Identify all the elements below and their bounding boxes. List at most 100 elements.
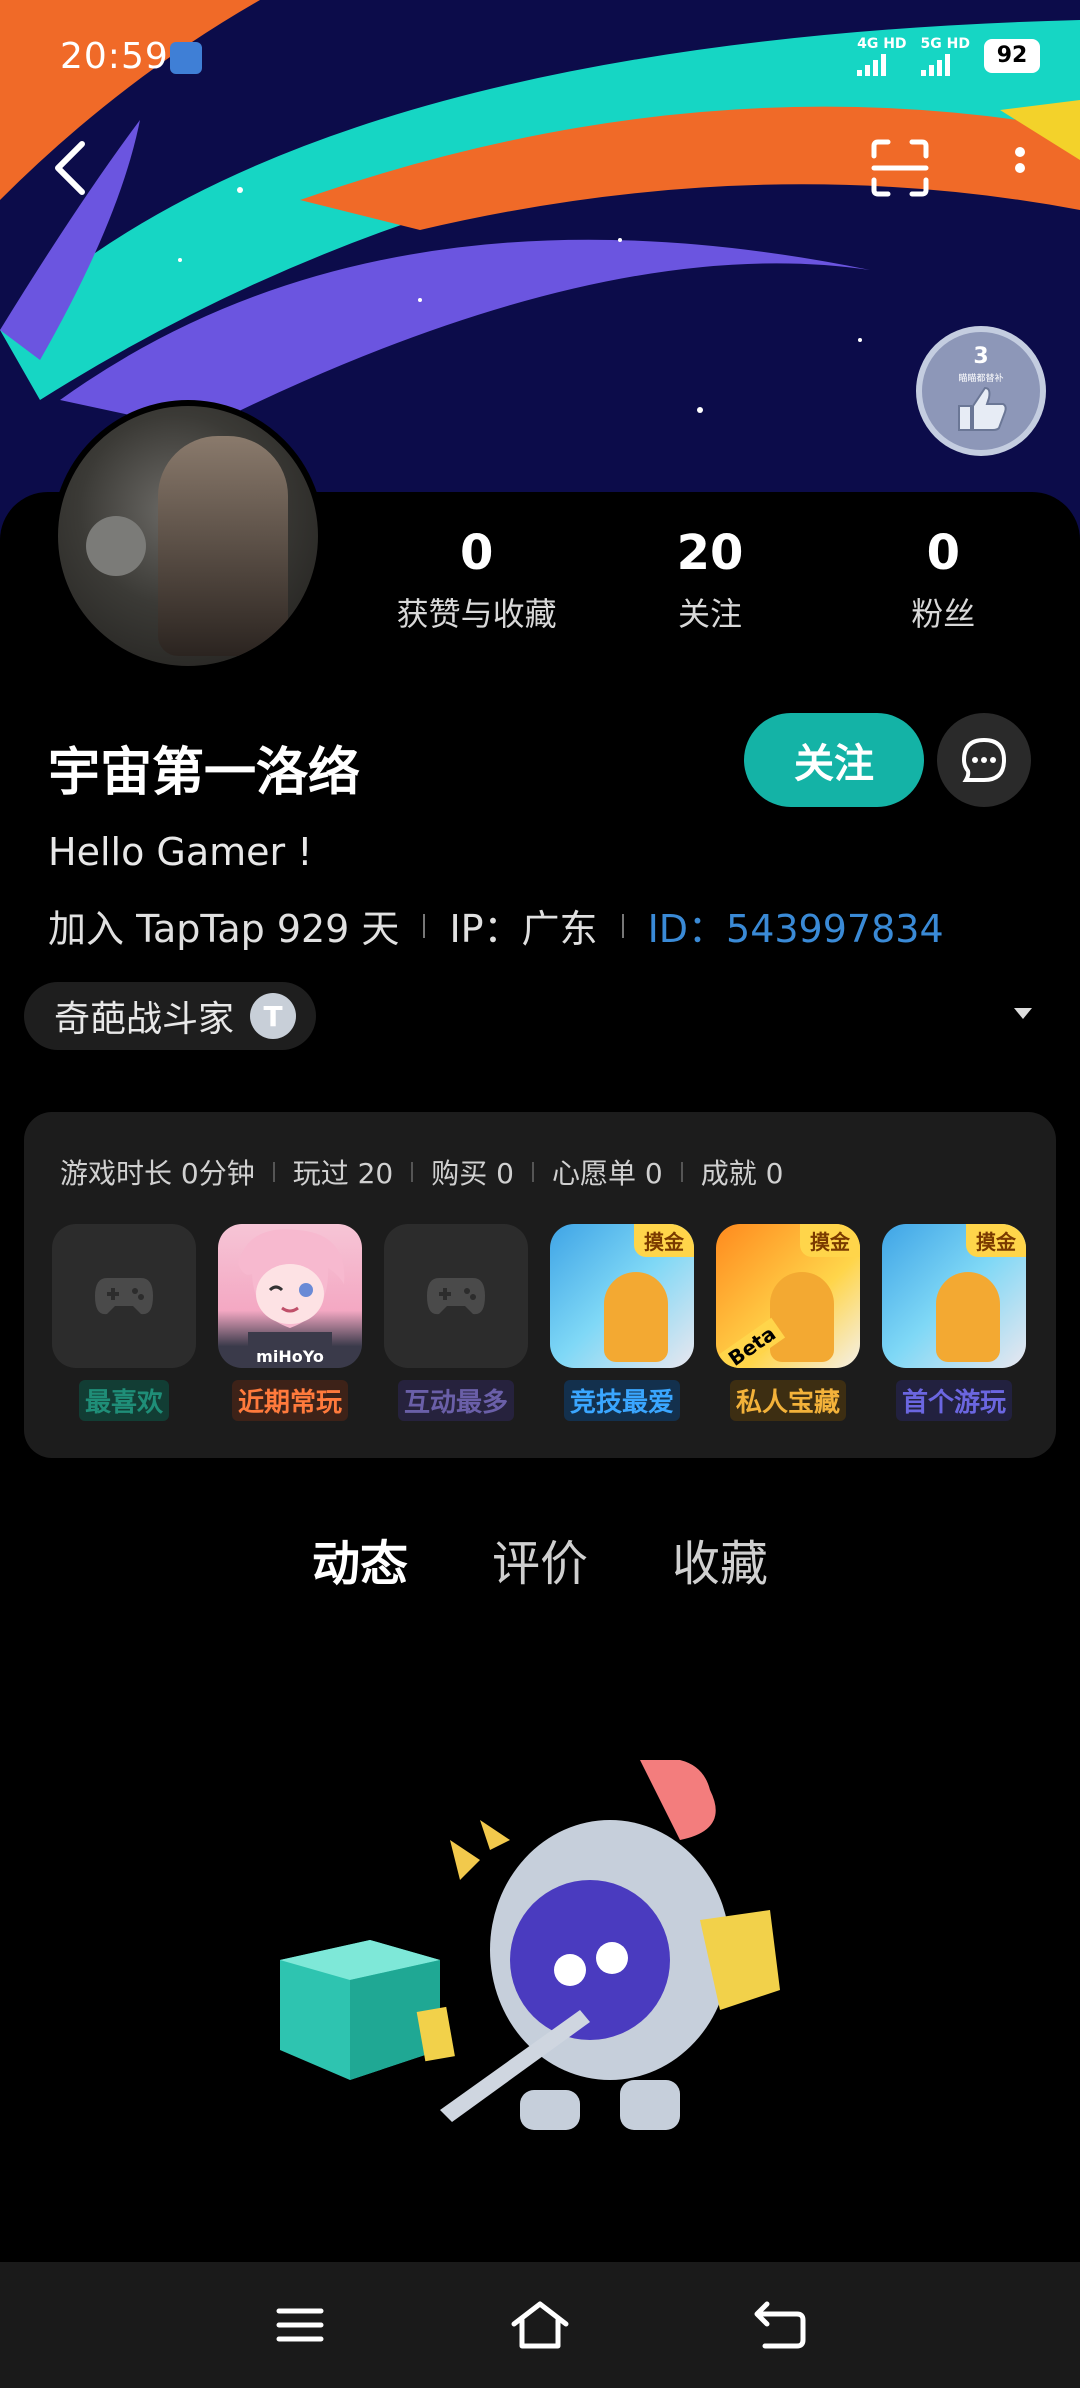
game-stats-row: 游戏时长 0分钟 玩过 20 购买 0 心愿单 0 成就 0 — [60, 1152, 783, 1192]
gamepad-icon — [427, 1278, 485, 1315]
ip-location: IP：广东 — [449, 907, 598, 951]
home-button[interactable] — [495, 2280, 585, 2370]
duel-game-icon: 摸金 — [882, 1224, 1026, 1368]
game-label: 私人宝藏 — [729, 1380, 846, 1421]
content-tabs: 动态 评价 收藏 — [0, 1524, 1080, 1594]
game-character — [936, 1272, 1000, 1362]
expand-arrow-icon[interactable] — [1014, 1008, 1032, 1019]
signal-1: 4G HD — [857, 36, 907, 76]
game-character — [770, 1272, 834, 1362]
network-type-2: 5G HD — [920, 36, 970, 52]
system-back-button[interactable] — [735, 2280, 825, 2370]
status-bar: 20:59 4G HD 5G HD 92 — [0, 0, 1080, 110]
scan-button[interactable] — [860, 128, 940, 208]
network-type-1: 4G HD — [857, 36, 907, 52]
divider — [680, 1162, 683, 1182]
stat-label: 粉丝 — [911, 595, 976, 633]
profile-info-row: 加入 TapTap 929 天 IP：广东 ID：543997834 — [48, 898, 944, 953]
return-icon — [754, 2301, 806, 2349]
message-button[interactable] — [937, 713, 1031, 807]
achievement-badge[interactable]: 3 瞄瞄都替补 — [916, 326, 1046, 456]
notification-app-icon — [170, 42, 202, 74]
stat-value: 0 — [459, 525, 494, 581]
game-corner-tag: 摸金 — [634, 1224, 694, 1257]
thumbs-up-icon — [958, 386, 1007, 431]
tab-favorites[interactable]: 收藏 — [672, 1524, 768, 1594]
game-corner-tag: 摸金 — [966, 1224, 1026, 1257]
badge-level: 3 — [973, 344, 989, 369]
game-first-played[interactable]: 摸金 首个游玩 — [882, 1224, 1026, 1421]
stat-likes[interactable]: 0 获赞与收藏 — [367, 525, 587, 635]
chevron-left-icon — [55, 141, 85, 195]
achievements-count: 成就 0 — [700, 1157, 784, 1190]
game-brand: miHoYo — [256, 1347, 324, 1366]
game-favorite[interactable]: 最喜欢 — [52, 1224, 196, 1421]
title-tag[interactable]: 奇葩战斗家 T — [24, 982, 317, 1050]
taptap-badge-icon: T — [250, 993, 297, 1039]
divider — [531, 1162, 534, 1182]
anime-game-icon: miHoYo — [218, 1224, 362, 1368]
stat-label: 获赞与收藏 — [396, 595, 557, 633]
game-competitive-favorite[interactable]: 摸金 竞技最爱 — [550, 1224, 694, 1421]
duel-game-icon: 摸金 — [550, 1224, 694, 1368]
stat-followers[interactable]: 0 粉丝 — [833, 525, 1053, 635]
battery-level: 92 — [984, 39, 1040, 73]
more-options-button[interactable] — [980, 128, 1060, 208]
wishlist-count: 心愿单 0 — [551, 1157, 663, 1190]
gamepad-icon — [384, 1224, 528, 1368]
scan-icon — [871, 139, 929, 197]
game-label: 近期常玩 — [231, 1380, 348, 1421]
badge-caption: 瞄瞄都替补 — [958, 374, 1004, 384]
stat-following[interactable]: 20 关注 — [600, 525, 820, 635]
back-button[interactable] — [30, 128, 110, 208]
stat-value: 0 — [926, 525, 961, 581]
tab-reviews[interactable]: 评价 — [492, 1524, 588, 1594]
divider — [411, 1162, 414, 1182]
user-id[interactable]: ID：543997834 — [648, 898, 944, 953]
avatar[interactable] — [52, 400, 324, 672]
game-corner-tag: 摸金 — [800, 1224, 860, 1257]
purchased-count: 购买 0 — [431, 1157, 514, 1190]
divider — [423, 913, 426, 938]
empty-state-knight-illustration — [280, 1760, 780, 2130]
play-time: 游戏时长 0分钟 — [60, 1157, 255, 1190]
status-indicators: 4G HD 5G HD 92 — [857, 36, 1040, 76]
game-label: 最喜欢 — [78, 1380, 169, 1421]
game-summary-card[interactable]: 游戏时长 0分钟 玩过 20 购买 0 心愿单 0 成就 0 最喜欢 miHoY… — [24, 1112, 1056, 1458]
gamepad-icon — [95, 1278, 153, 1315]
status-time: 20:59 — [60, 36, 169, 77]
avatar-detail — [86, 516, 146, 576]
duel-game-icon: 摸金 Beta — [716, 1224, 860, 1368]
signal-bars-icon — [857, 52, 906, 76]
game-label: 互动最多 — [397, 1380, 514, 1421]
username: 宇宙第一洛络 — [48, 743, 361, 803]
bio: Hello Gamer ! — [48, 830, 313, 874]
join-duration: 加入 TapTap 929 天 — [48, 907, 400, 951]
game-recent[interactable]: miHoYo 近期常玩 — [218, 1224, 362, 1421]
game-most-interactions[interactable]: 互动最多 — [384, 1224, 528, 1421]
avatar-figure — [158, 436, 288, 656]
signal-2: 5G HD — [920, 36, 970, 76]
game-private-treasure[interactable]: 摸金 Beta 私人宝藏 — [716, 1224, 860, 1421]
game-label: 首个游玩 — [895, 1380, 1012, 1421]
stat-value: 20 — [676, 525, 744, 581]
home-icon — [511, 2301, 569, 2349]
menu-icon — [276, 2308, 324, 2342]
game-label: 竞技最爱 — [563, 1380, 680, 1421]
signal-bars-icon — [920, 52, 970, 76]
played-count: 玩过 20 — [292, 1157, 394, 1190]
gamepad-icon — [52, 1224, 196, 1368]
game-character — [604, 1272, 668, 1362]
follow-button[interactable]: 关注 — [744, 713, 924, 807]
tag-label: 奇葩战斗家 — [54, 999, 235, 1040]
beta-tag: Beta — [718, 1317, 785, 1368]
chat-bubble-icon — [961, 737, 1007, 782]
stat-label: 关注 — [677, 595, 742, 633]
tab-moments[interactable]: 动态 — [311, 1524, 408, 1594]
system-navigation-bar — [0, 2262, 1080, 2388]
profile-stats: 0 获赞与收藏 20 关注 0 粉丝 — [360, 525, 1060, 635]
menu-button[interactable] — [255, 2280, 345, 2370]
game-list: 最喜欢 miHoYo 近期常玩 互动最多 摸金 竞技最爱 摸金 Beta 私人宝… — [52, 1224, 1026, 1421]
divider — [621, 913, 624, 938]
more-vertical-icon — [1015, 147, 1025, 173]
